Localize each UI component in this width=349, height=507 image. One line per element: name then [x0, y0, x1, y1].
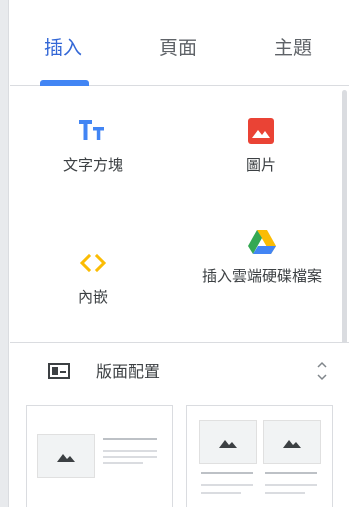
google-drive-icon — [248, 230, 276, 254]
chevron-collapse-icon[interactable] — [317, 360, 327, 382]
layout-text-line — [201, 484, 253, 486]
image-icon — [248, 118, 274, 144]
tab-pages[interactable]: 頁面 — [146, 34, 210, 62]
text-box-label: 文字方塊 — [62, 156, 123, 174]
layout-text-line — [103, 438, 157, 440]
insert-image-button[interactable]: 圖片 — [206, 118, 316, 174]
image-placeholder-icon — [283, 440, 301, 448]
scrollbar[interactable] — [342, 90, 347, 344]
layout-option-image-left[interactable] — [26, 405, 173, 507]
layout-text-line — [265, 492, 305, 494]
insert-embed-button[interactable]: 內嵌 — [38, 252, 148, 306]
layout-option-two-images[interactable] — [186, 405, 333, 507]
layout-text-line — [201, 492, 241, 494]
layout-text-line — [201, 472, 253, 474]
layouts-title: 版面配置 — [96, 362, 161, 381]
image-placeholder-icon — [57, 454, 75, 462]
layout-image-placeholder — [199, 420, 257, 464]
layout-icon — [48, 363, 70, 379]
insert-drive-file-button[interactable]: 插入雲端硬碟檔案 — [192, 228, 332, 284]
layout-text-line — [265, 472, 317, 474]
image-placeholder-icon — [219, 440, 237, 448]
tab-insert[interactable]: 插入 — [34, 34, 92, 62]
layouts-section-header[interactable]: 版面配置 — [10, 343, 349, 401]
layout-text-line — [103, 462, 143, 464]
layout-text-line — [103, 456, 157, 458]
insert-text-box-button[interactable]: 文字方塊 — [38, 118, 148, 174]
text-box-icon — [79, 120, 104, 140]
embed-label: 內嵌 — [77, 288, 108, 306]
layout-image-placeholder — [263, 420, 321, 464]
drive-label: 插入雲端硬碟檔案 — [201, 267, 322, 285]
layout-text-line — [265, 484, 317, 486]
left-panel-edge — [0, 0, 9, 507]
layout-text-line — [103, 450, 157, 452]
image-label: 圖片 — [245, 156, 276, 174]
tab-themes[interactable]: 主題 — [261, 34, 325, 62]
embed-code-icon — [79, 253, 107, 273]
layout-image-placeholder — [37, 434, 95, 478]
